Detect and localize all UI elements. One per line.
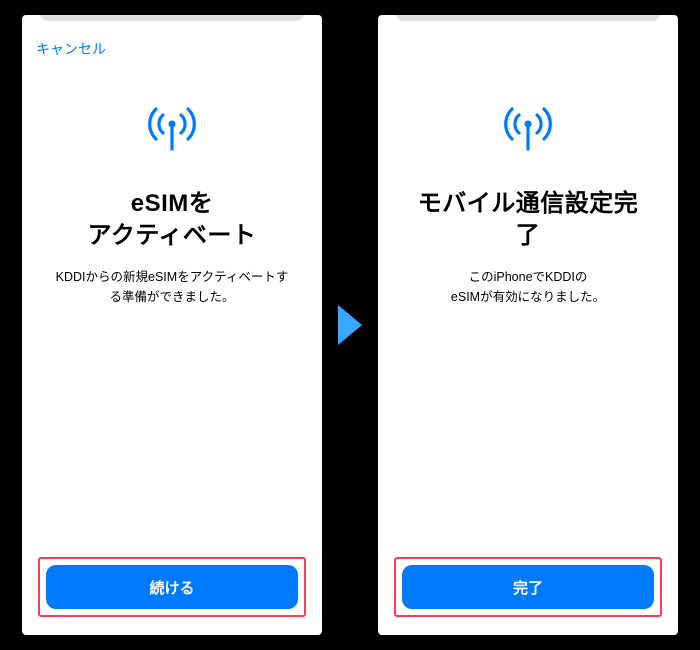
sheet-handle <box>378 15 678 33</box>
nav-bar <box>378 33 678 65</box>
done-button[interactable]: 完了 <box>402 565 654 609</box>
cellular-signal-icon <box>500 103 556 164</box>
page-subtitle: このiPhoneでKDDIのeSIMが有効になりました。 <box>451 267 605 307</box>
highlight-annotation: 続ける <box>38 557 306 617</box>
screen-setup-complete: モバイル通信設定完了 このiPhoneでKDDIのeSIMが有効になりました。 … <box>378 15 678 635</box>
transition-arrow-icon <box>334 301 366 349</box>
content-area: eSIMをアクティベート KDDIからの新規eSIMをアクティベートする準備がで… <box>22 65 322 545</box>
page-subtitle: KDDIからの新規eSIMをアクティベートする準備ができました。 <box>50 267 294 307</box>
content-area: モバイル通信設定完了 このiPhoneでKDDIのeSIMが有効になりました。 <box>378 65 678 545</box>
bottom-button-area: 続ける <box>22 545 322 635</box>
bottom-button-area: 完了 <box>378 545 678 635</box>
highlight-annotation: 完了 <box>394 557 662 617</box>
continue-button[interactable]: 続ける <box>46 565 298 609</box>
sheet-handle-bar[interactable] <box>40 15 304 21</box>
sheet-handle <box>22 15 322 33</box>
cellular-signal-icon <box>144 103 200 164</box>
page-title: eSIMをアクティベート <box>88 188 257 253</box>
page-title: モバイル通信設定完了 <box>406 188 650 253</box>
nav-bar: キャンセル <box>22 33 322 65</box>
screen-activate-esim: キャンセル eSIMをアクティベート KDDIからの新規eSIMをアクティベート… <box>22 15 322 635</box>
sheet-handle-bar[interactable] <box>396 15 660 21</box>
cancel-button[interactable]: キャンセル <box>36 39 106 59</box>
